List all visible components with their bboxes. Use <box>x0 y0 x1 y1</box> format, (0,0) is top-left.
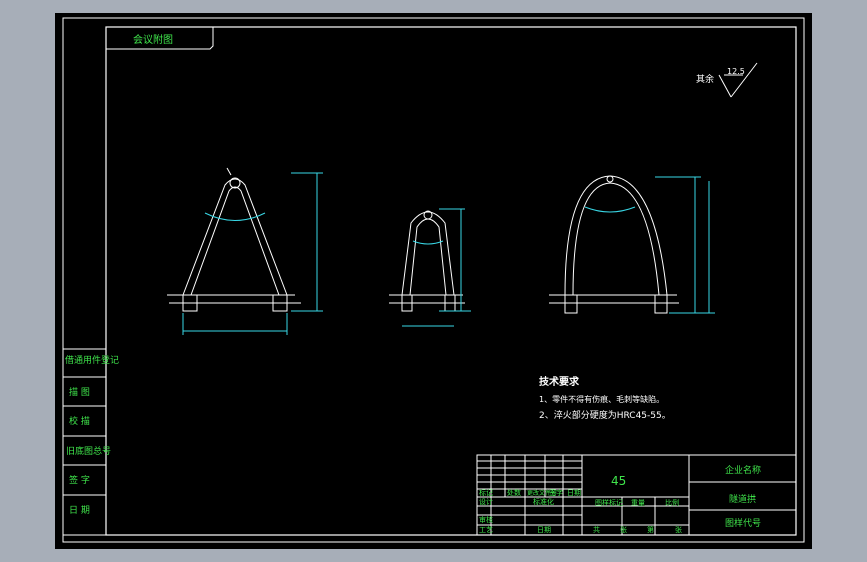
top-left-label: 会议附图 <box>133 33 173 46</box>
stage-h-2: 比例 <box>665 498 679 507</box>
check-label: 审核 <box>479 515 493 524</box>
sheet-0: 共 <box>593 525 600 534</box>
rev-h-1: 处数 <box>507 488 521 497</box>
drawing-sheet: 会议附图 借通用件登记 描 图 校 描 旧底图总号 签 字 日 期 标记 处数 … <box>62 17 805 543</box>
surface-finish-label: 其余 <box>696 73 714 85</box>
stage-h-1: 重量 <box>631 499 645 507</box>
material-value: 45 <box>611 474 626 488</box>
notes-heading: 技术要求 <box>539 375 580 388</box>
view-a-frame <box>167 167 323 335</box>
rev-h-0: 标记 <box>479 488 493 497</box>
left-col-4: 签 字 <box>69 474 90 486</box>
left-col-5: 日 期 <box>69 505 90 516</box>
part-name: 隧道拱 <box>729 493 756 505</box>
surface-finish-symbol: 其余 12.5 <box>696 62 758 98</box>
left-col-3: 旧底图总号 <box>66 445 111 457</box>
process-label: 工艺 <box>479 526 493 534</box>
company-label: 企业名称 <box>725 464 761 476</box>
sheet-3: 张 <box>675 525 682 534</box>
design-label: 设计 <box>479 497 493 506</box>
left-column: 借通用件登记 描 图 校 描 旧底图总号 签 字 日 期 <box>62 348 119 536</box>
inner-border <box>105 26 797 536</box>
title-block: 标记 处数 更改文件号 签字 日期 设计 标准化 审核 工艺 日期 45 图样标… <box>476 454 797 536</box>
sheet-2: 第 <box>647 525 654 534</box>
process-date-label: 日期 <box>537 526 551 534</box>
notes-line-2: 2、淬火部分硬度为HRC45-55。 <box>539 409 671 421</box>
surface-finish-value: 12.5 <box>727 67 745 76</box>
view-narrow-u <box>389 208 471 327</box>
left-col-0: 借通用件登记 <box>65 354 119 366</box>
standard-label: 标准化 <box>533 497 554 506</box>
notes-line-1: 1、零件不得有伤痕、毛刺等缺陷。 <box>539 394 664 404</box>
left-col-2: 校 描 <box>69 415 90 427</box>
technical-notes: 技术要求 1、零件不得有伤痕、毛刺等缺陷。 2、淬火部分硬度为HRC45-55。 <box>539 375 671 421</box>
outer-border <box>62 17 805 543</box>
rev-h-3: 签字 <box>549 488 563 497</box>
left-col-1: 描 图 <box>69 386 90 398</box>
rev-h-4: 日期 <box>567 489 581 497</box>
stage-h-0: 图样标记 <box>595 498 623 507</box>
sheet-1: 张 <box>620 525 627 534</box>
view-round-arch <box>549 175 715 314</box>
drawing-no-label: 图样代号 <box>725 517 761 529</box>
cad-viewport[interactable]: 会议附图 借通用件登记 描 图 校 描 旧底图总号 签 字 日 期 标记 处数 … <box>55 13 812 549</box>
